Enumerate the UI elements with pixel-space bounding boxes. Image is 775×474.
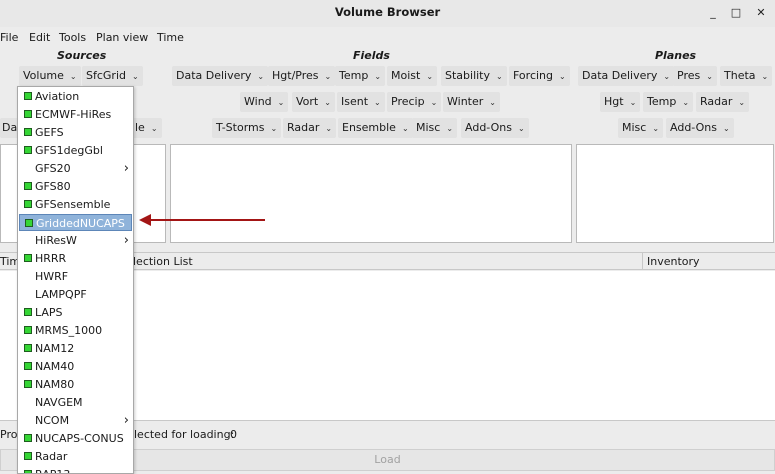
- annotation-arrow-icon: [139, 214, 265, 226]
